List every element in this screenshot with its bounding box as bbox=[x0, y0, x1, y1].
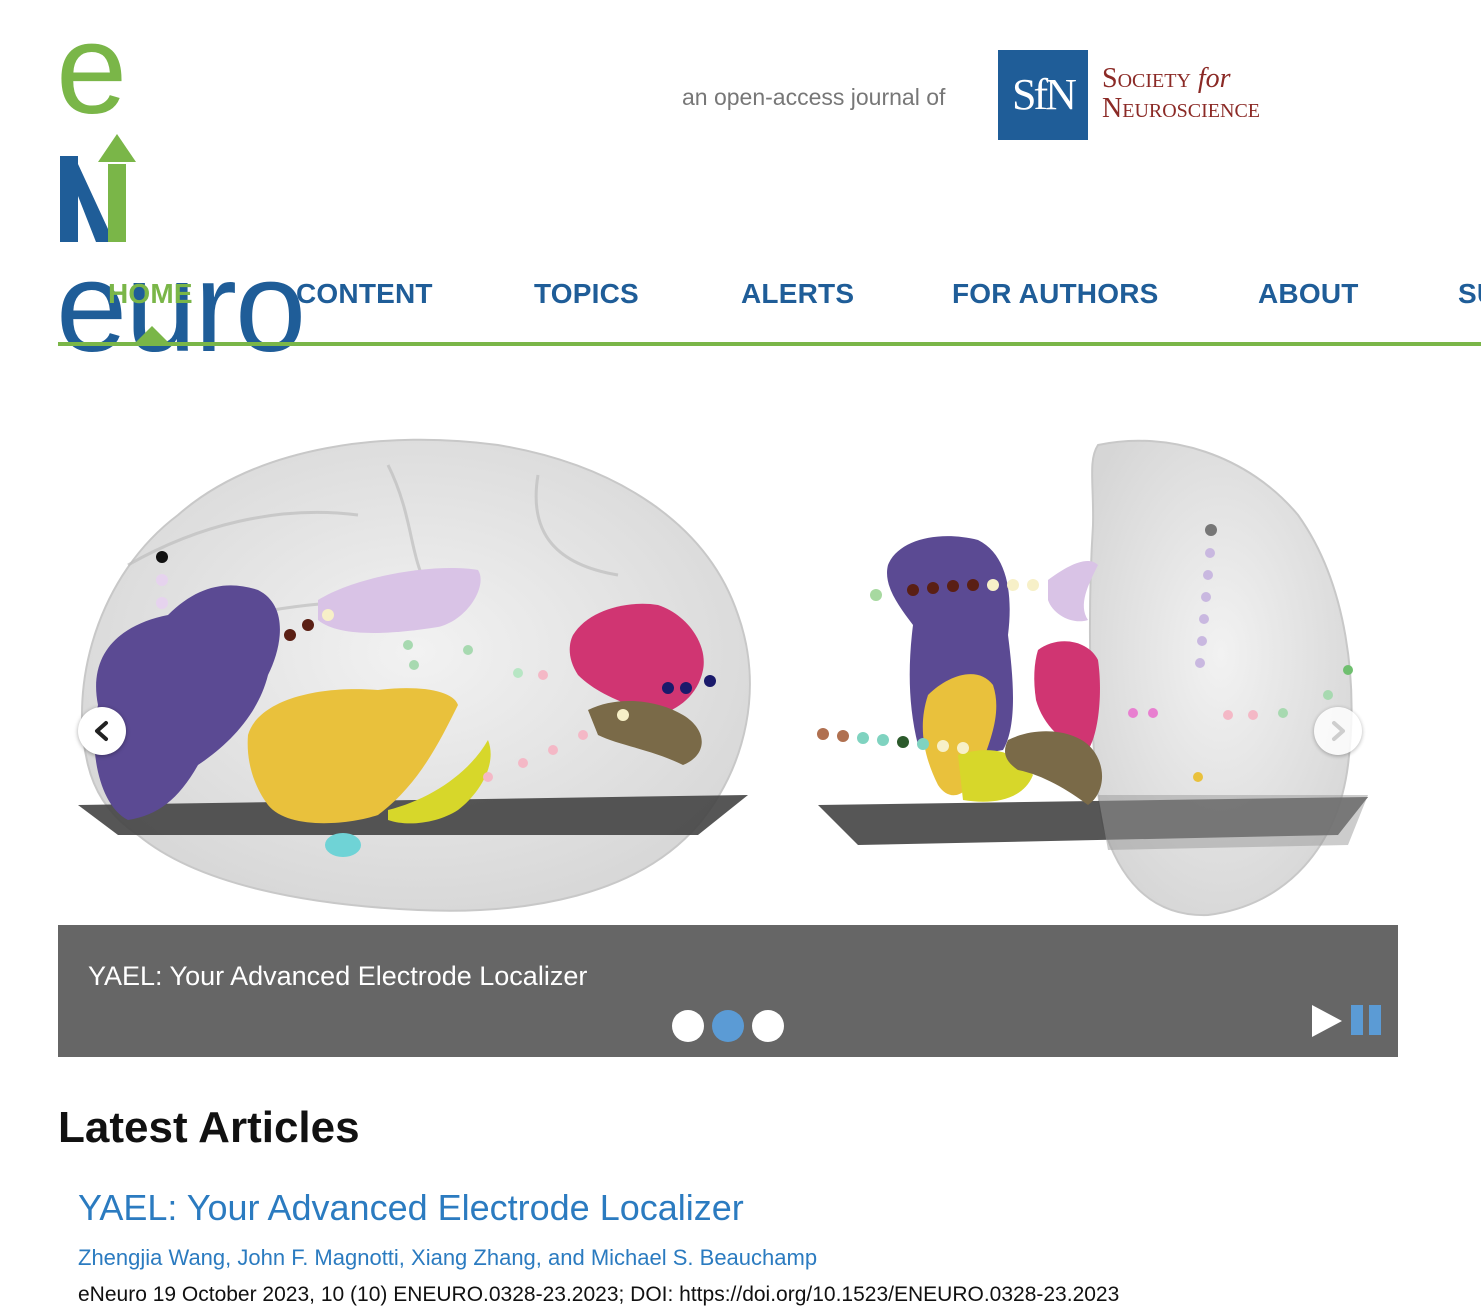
carousel-caption-bar: YAEL: Your Advanced Electrode Localizer bbox=[58, 925, 1398, 1057]
main-nav: HOME CONTENT TOPICS ALERTS FOR AUTHORS A… bbox=[58, 270, 1481, 346]
carousel-prev-button[interactable] bbox=[78, 707, 126, 755]
article-title-link[interactable]: YAEL: Your Advanced Electrode Localizer bbox=[78, 1187, 744, 1229]
nav-content[interactable]: CONTENT bbox=[296, 278, 433, 310]
nav-underline bbox=[58, 342, 1481, 346]
journal-tagline: an open-access journal of bbox=[682, 84, 946, 110]
nav-alerts[interactable]: ALERTS bbox=[741, 278, 854, 310]
article-authors[interactable]: Zhengjia Wang, John F. Magnotti, Xiang Z… bbox=[78, 1245, 817, 1271]
sfn-logo[interactable]: SfN bbox=[998, 50, 1088, 140]
carousel-dot-1[interactable] bbox=[672, 1010, 704, 1042]
chevron-right-icon bbox=[1332, 721, 1345, 741]
society-line2: Neuroscience bbox=[1102, 93, 1261, 124]
featured-carousel: YAEL: Your Advanced Electrode Localizer bbox=[58, 405, 1398, 1057]
carousel-dot-2[interactable] bbox=[712, 1010, 744, 1042]
carousel-dot-3[interactable] bbox=[752, 1010, 784, 1042]
pause-icon bbox=[1351, 1005, 1363, 1035]
logo-n-arrow-icon bbox=[60, 134, 136, 242]
society-line1: Society bbox=[1102, 63, 1191, 94]
chevron-left-icon bbox=[95, 721, 108, 741]
logo-e: e bbox=[56, 0, 127, 141]
article-citation: eNeuro 19 October 2023, 10 (10) ENEURO.0… bbox=[78, 1283, 1120, 1306]
pause-button[interactable] bbox=[1351, 1005, 1383, 1037]
society-name[interactable]: Society for Neuroscience bbox=[1102, 64, 1260, 124]
carousel-caption[interactable]: YAEL: Your Advanced Electrode Localizer bbox=[88, 961, 587, 992]
nav-topics[interactable]: TOPICS bbox=[534, 278, 639, 310]
society-for: for bbox=[1197, 63, 1231, 94]
active-nav-caret bbox=[135, 326, 169, 343]
brain-electrode-image[interactable] bbox=[58, 405, 1398, 925]
nav-subscribe-partial[interactable]: SU bbox=[1458, 278, 1481, 310]
eneuro-logo[interactable]: e euro bbox=[56, 6, 536, 372]
nav-about[interactable]: ABOUT bbox=[1258, 278, 1359, 310]
latest-articles-heading: Latest Articles bbox=[58, 1103, 360, 1152]
nav-home[interactable]: HOME bbox=[108, 278, 193, 310]
nav-for-authors[interactable]: FOR AUTHORS bbox=[952, 278, 1159, 310]
play-icon[interactable] bbox=[1312, 1005, 1342, 1037]
carousel-next-button[interactable] bbox=[1314, 707, 1362, 755]
